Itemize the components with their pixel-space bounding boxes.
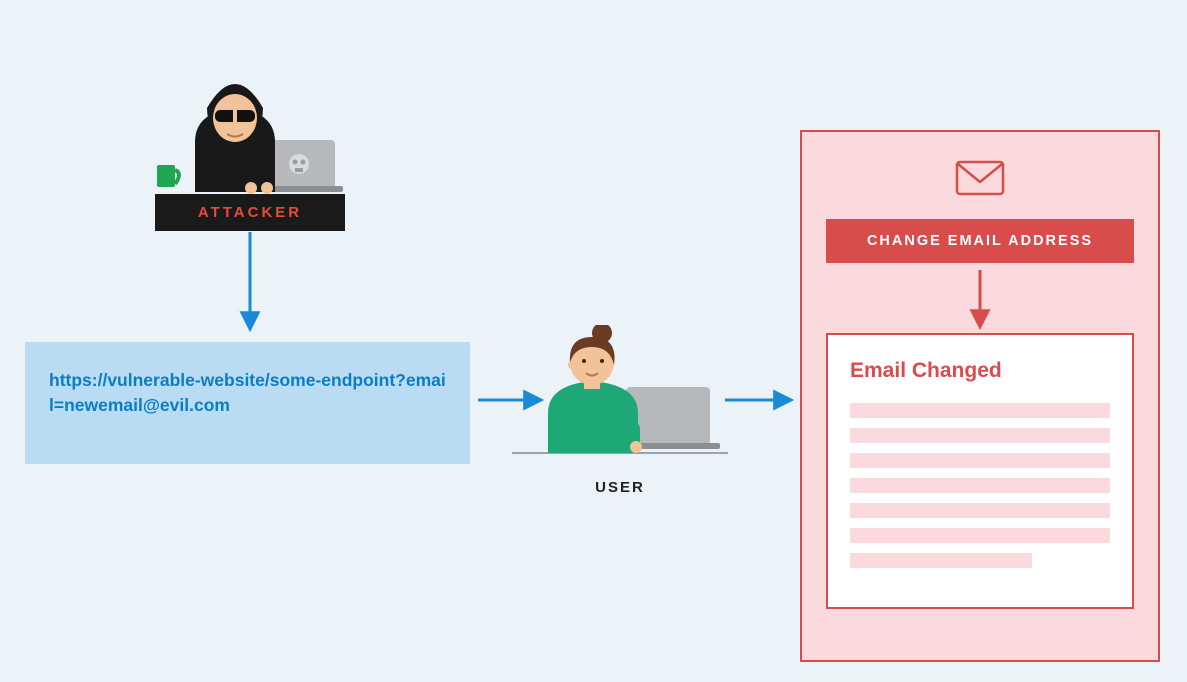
attacker-label: ATTACKER xyxy=(155,194,345,231)
attacker-illustration xyxy=(155,50,345,195)
placeholder-line xyxy=(850,428,1110,443)
placeholder-line xyxy=(850,403,1110,418)
result-panel: CHANGE EMAIL ADDRESS Email Changed xyxy=(800,130,1160,662)
change-email-button: CHANGE EMAIL ADDRESS xyxy=(826,219,1134,263)
malicious-url-box: https://vulnerable-website/some-endpoint… xyxy=(25,342,470,464)
user-figure: USER xyxy=(510,325,730,496)
result-card: Email Changed xyxy=(826,333,1134,609)
placeholder-line xyxy=(850,503,1110,518)
placeholder-line xyxy=(850,553,1032,568)
malicious-url-text: https://vulnerable-website/some-endpoint… xyxy=(49,368,446,419)
placeholder-line xyxy=(850,453,1110,468)
user-illustration xyxy=(510,325,730,460)
user-label: USER xyxy=(510,479,730,496)
attacker-figure: ATTACKER xyxy=(155,50,345,231)
email-icon xyxy=(826,160,1134,201)
placeholder-line xyxy=(850,478,1110,493)
placeholder-line xyxy=(850,528,1110,543)
result-card-title: Email Changed xyxy=(850,359,1110,383)
